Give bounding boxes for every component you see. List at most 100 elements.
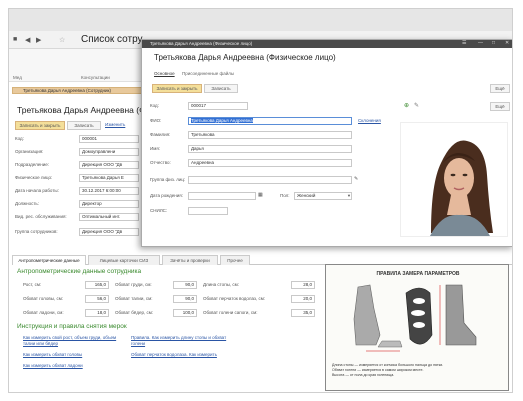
- meas-height[interactable]: 165,0: [85, 281, 109, 289]
- favorite-star-icon[interactable]: ☆: [59, 36, 65, 44]
- modal-label-gender: Пол:: [280, 193, 290, 198]
- meas-label-shin: Обхват голени сапоги, см:: [203, 310, 258, 315]
- meas-hips[interactable]: 100,0: [173, 309, 197, 317]
- meas-foot[interactable]: 28,0: [291, 281, 315, 289]
- meas-label-head: Обхват головы, см:: [23, 296, 64, 301]
- instructions-header: Инструкция и правила снятия мерок: [17, 323, 127, 330]
- meas-label-palm: Обхват ладони, см:: [23, 310, 64, 315]
- instruction-link-palm[interactable]: Как измерить обхват ладони: [23, 363, 83, 368]
- modal-save-close-button[interactable]: Записать и закрыть: [152, 84, 202, 93]
- os-top-band: [9, 9, 512, 31]
- field-position[interactable]: Директор: [79, 200, 139, 208]
- field-group[interactable]: Дирекция ООО "Дв: [79, 228, 139, 236]
- modal-field-gender[interactable]: Женский: [294, 192, 352, 200]
- modal-label-middlename: Отчество:: [150, 160, 171, 165]
- meas-shin[interactable]: 35,0: [291, 309, 315, 317]
- modal-nav-main[interactable]: Основное: [154, 71, 175, 76]
- modal-field-middlename[interactable]: Андреевна: [188, 159, 352, 167]
- back-icon[interactable]: ◀: [25, 36, 30, 44]
- field-label-startdate: Дата начала работы:: [15, 188, 59, 193]
- modal-field-firstname[interactable]: Дарья: [188, 145, 352, 153]
- employee-save-close-button[interactable]: Записать и закрыть: [15, 121, 65, 130]
- modal-field-group[interactable]: [188, 176, 352, 184]
- field-label-code: Код:: [15, 136, 24, 141]
- calendar-icon[interactable]: ▦: [258, 192, 263, 198]
- fio-selected-text: Третьякова Дарья Андреевна: [191, 118, 253, 123]
- meas-palm[interactable]: 18,0: [85, 309, 109, 317]
- field-startdate[interactable]: 30.12.2017 6:00:00: [79, 187, 139, 195]
- modal-window-title: Третьякова Дарья Андреевна (Физическое л…: [150, 41, 253, 46]
- field-label-position: Должность:: [15, 201, 40, 206]
- meas-label-waist: Обхват талии, см:: [115, 296, 153, 301]
- instruction-link-foot[interactable]: Правила. Как измерить длину стопы и обхв…: [131, 335, 227, 347]
- field-label-service: Вид. рес. обслуживания:: [15, 214, 67, 219]
- modal-titlebar: Третьякова Дарья Андреевна (Физическое л…: [142, 40, 512, 48]
- field-dept[interactable]: Дирекция ООО "Дв: [79, 161, 139, 169]
- forward-icon[interactable]: ▶: [36, 36, 41, 44]
- anthropometry-header: Антропометрические данные сотрудника: [17, 268, 142, 275]
- modal-field-snils[interactable]: [188, 207, 228, 215]
- person-photo: [400, 122, 508, 237]
- modal-title: Третьякова Дарья Андреевна (Физическое л…: [154, 53, 336, 62]
- modal-label-snils: СНИЛС:: [150, 208, 168, 213]
- meas-gloves[interactable]: 20,0: [291, 295, 315, 303]
- instruction-link-body[interactable]: Как измерить свой рост, объем груди, объ…: [23, 335, 119, 347]
- chart-note: Высота — от пола до края голенища.: [332, 373, 395, 377]
- modal-label-fio: ФИО:: [150, 118, 162, 123]
- employee-edit-link[interactable]: Изменить: [105, 122, 125, 127]
- field-person[interactable]: Третьякова Дарья Е: [79, 174, 139, 182]
- modal-minimize-icon[interactable]: —: [478, 40, 483, 46]
- add-photo-icon[interactable]: ⊕: [404, 102, 409, 109]
- modal-nav-files[interactable]: Присоединенные файлы: [182, 71, 234, 76]
- tab-other[interactable]: Прочее: [220, 255, 250, 265]
- chevron-down-icon[interactable]: ▼: [347, 193, 351, 198]
- app-window: ■ ◀ ▶ ☆ Список сотру Мед Консультации Тр…: [8, 8, 513, 393]
- employee-write-button[interactable]: Записать: [67, 121, 101, 130]
- employee-title: Третьякова Дарья Андреевна (Ф: [17, 105, 145, 115]
- foot-measurement-chart: ПРАВИЛА ЗАМЕРА ПАРАМЕТРОВ Длина стопы — …: [325, 264, 509, 391]
- meas-waist[interactable]: 90,0: [173, 295, 197, 303]
- modal-label-firstname: Имя:: [150, 146, 161, 151]
- tab-tests[interactable]: Зачёты и проверки: [162, 255, 218, 265]
- modal-more-button[interactable]: Ещё: [490, 84, 510, 93]
- meas-label-height: Рост, см:: [23, 282, 42, 287]
- meas-label-hips: Обхват бёдер, см:: [115, 310, 154, 315]
- field-org[interactable]: Домоуправлени: [79, 148, 139, 156]
- field-label-group: Группа сотрудников:: [15, 229, 58, 234]
- field-service[interactable]: Оптимальный инт.: [79, 213, 139, 221]
- tab-anthropometry[interactable]: Антропометрические данные: [12, 255, 86, 265]
- field-label-org: Организация:: [15, 149, 44, 154]
- edit-photo-icon[interactable]: ✎: [414, 102, 419, 109]
- modal-menu-icon[interactable]: ☰: [462, 40, 466, 46]
- toolbar-label-med[interactable]: Мед: [13, 75, 22, 80]
- instruction-link-gloves[interactable]: Обхват перчаток водолаза. Как измерить: [131, 352, 227, 358]
- modal-close-icon[interactable]: ✕: [505, 40, 509, 46]
- meas-head[interactable]: 56,0: [85, 295, 109, 303]
- toolbar-label-consult[interactable]: Консультации: [81, 75, 110, 80]
- modal-field-code[interactable]: 000017: [188, 102, 248, 110]
- modal-label-lastname: Фамилия:: [150, 132, 171, 137]
- foot-illustration: [353, 284, 477, 352]
- modal-field-birthdate[interactable]: [188, 192, 256, 200]
- modal-field-lastname[interactable]: Третьякова: [188, 131, 352, 139]
- fio-declension-link[interactable]: Склонения: [358, 118, 381, 123]
- field-code[interactable]: 000001: [79, 135, 139, 143]
- instruction-link-head[interactable]: Как измерить обхват головы: [23, 352, 82, 357]
- modal-label-group: Группа физ. лиц:: [150, 177, 186, 182]
- field-label-dept: Подразделение:: [15, 162, 50, 167]
- group-select-icon[interactable]: ✎: [354, 176, 358, 182]
- photo-more-button[interactable]: Ещё: [490, 102, 510, 111]
- modal-maximize-icon[interactable]: □: [492, 40, 495, 46]
- home-icon[interactable]: ■: [13, 36, 17, 43]
- meas-chest[interactable]: 90,0: [173, 281, 197, 289]
- meas-label-foot: Длина стопы, см:: [203, 282, 239, 287]
- person-modal: Третьякова Дарья Андреевна (Физическое л…: [141, 39, 512, 247]
- modal-field-fio[interactable]: Третьякова Дарья Андреевна: [188, 117, 352, 125]
- field-label-person: Физическое лицо:: [15, 175, 53, 180]
- tab-ppe-cards[interactable]: Лицевые карточки СИЗ: [88, 255, 160, 265]
- modal-write-button[interactable]: Записать: [204, 84, 238, 93]
- meas-label-gloves: Обхват перчаток водолаз, см:: [203, 296, 266, 301]
- chart-title: ПРАВИЛА ЗАМЕРА ПАРАМЕТРОВ: [376, 271, 460, 277]
- app-title: Список сотру: [81, 34, 143, 45]
- meas-label-chest: Обхват груди, см:: [115, 282, 152, 287]
